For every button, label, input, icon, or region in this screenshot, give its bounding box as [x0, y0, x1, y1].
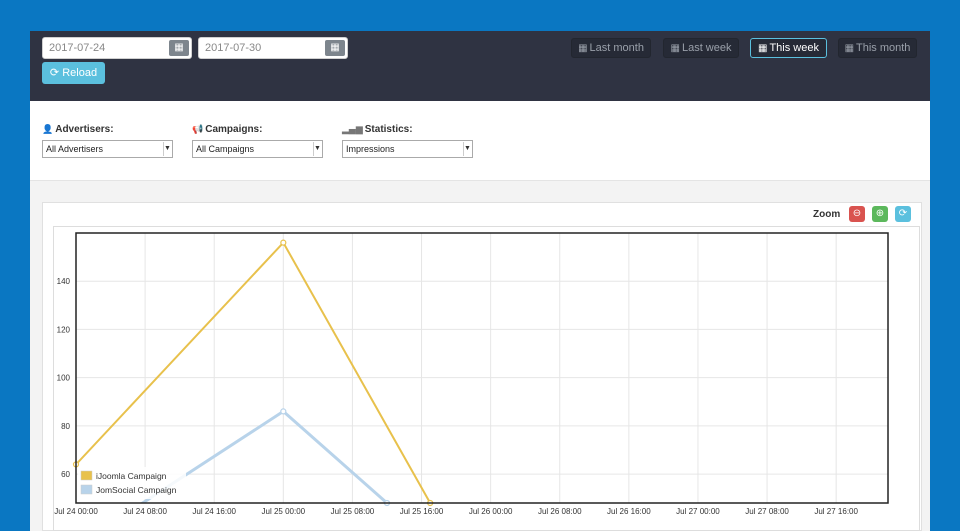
advertisers-label: 👤 Advertisers: — [42, 124, 173, 138]
app-window: 2017-07-24 ▦ 2017-07-30 ▦ ⟳ Reload ▦ Last… — [30, 31, 930, 531]
line-chart[interactable]: Jul 24 00:00 Jul 24 08:00 Jul 24 16:00 Jul … — [54, 227, 921, 531]
date-to-value: 2017-07-30 — [205, 42, 262, 54]
statistics-label: ▂▄▆ Statistics: — [342, 124, 473, 138]
range-this-week-button[interactable]: ▦ This week — [750, 38, 827, 58]
calendar-icon[interactable]: ▦ — [325, 40, 345, 56]
calendar-icon[interactable]: ▦ — [169, 40, 189, 56]
campaigns-label: 📢 Campaigns: — [192, 124, 323, 138]
x-tick-label: Jul 27 16:00 — [814, 507, 858, 516]
range-last-week-button[interactable]: ▦ Last week — [663, 38, 739, 58]
statistics-filter: ▂▄▆ Statistics: Impressions ▼ — [342, 124, 473, 158]
y-tick-label: 60 — [61, 470, 70, 479]
advertisers-label-text: Advertisers: — [55, 124, 114, 135]
refresh-icon: ⟳ — [898, 208, 908, 219]
range-last-month-button[interactable]: ▦ Last month — [571, 38, 651, 58]
user-icon: 👤 — [42, 125, 54, 135]
zoom-out-button[interactable]: ⊖ — [849, 206, 865, 222]
advertisers-select[interactable]: All Advertisers ▼ — [42, 140, 173, 158]
range-label: Last month — [589, 42, 644, 54]
plus-icon: ⊕ — [875, 208, 885, 219]
advertisers-filter: 👤 Advertisers: All Advertisers ▼ — [42, 124, 173, 158]
x-tick-label: Jul 27 08:00 — [745, 507, 789, 516]
x-tick-label: Jul 25 00:00 — [262, 507, 306, 516]
y-tick-label: 80 — [61, 422, 70, 431]
x-tick-label: Jul 25 16:00 — [400, 507, 444, 516]
calendar-icon: ▦ — [670, 43, 680, 54]
zoom-reset-button[interactable]: ⟳ — [895, 206, 911, 222]
chart-container: Jul 24 00:00 Jul 24 08:00 Jul 24 16:00 Jul … — [53, 226, 920, 531]
legend-label: iJoomla Campaign — [96, 471, 167, 481]
campaigns-select-value: All Campaigns — [196, 144, 255, 154]
y-tick-label: 120 — [57, 325, 71, 334]
data-point[interactable] — [280, 408, 287, 415]
chevron-down-icon: ▼ — [313, 142, 321, 156]
y-tick-label: 140 — [57, 277, 71, 286]
refresh-icon: ⟳ — [49, 67, 60, 79]
x-tick-label: Jul 25 08:00 — [331, 507, 375, 516]
date-from-value: 2017-07-24 — [49, 42, 106, 54]
x-tick-label: Jul 24 16:00 — [192, 507, 236, 516]
data-point[interactable] — [280, 239, 287, 246]
x-tick-label: Jul 26 00:00 — [469, 507, 513, 516]
reload-button[interactable]: ⟳ Reload — [42, 62, 105, 84]
date-from-field[interactable]: 2017-07-24 ▦ — [42, 37, 192, 59]
calendar-icon: ▦ — [578, 43, 588, 54]
zoom-in-button[interactable]: ⊕ — [872, 206, 888, 222]
legend-swatch — [80, 470, 93, 481]
minus-icon: ⊖ — [852, 208, 862, 219]
statistics-select-value: Impressions — [346, 144, 395, 154]
campaigns-filter: 📢 Campaigns: All Campaigns ▼ — [192, 124, 323, 158]
reload-label: Reload — [62, 67, 98, 79]
x-tick-label: Jul 24 08:00 — [123, 507, 167, 516]
chevron-down-icon: ▼ — [163, 142, 171, 156]
x-tick-label: Jul 26 08:00 — [538, 507, 582, 516]
toolbar: 2017-07-24 ▦ 2017-07-30 ▦ ⟳ Reload ▦ Last… — [30, 31, 930, 101]
bullhorn-icon: 📢 — [192, 125, 204, 135]
zoom-label: Zoom — [813, 209, 841, 220]
x-tick-label: Jul 26 16:00 — [607, 507, 651, 516]
range-label: This month — [856, 42, 911, 54]
range-this-month-button[interactable]: ▦ This month — [838, 38, 917, 58]
legend-label: JomSocial Campaign — [96, 485, 177, 495]
x-tick-label: Jul 27 00:00 — [676, 507, 720, 516]
statistics-select[interactable]: Impressions ▼ — [342, 140, 473, 158]
filter-bar: 👤 Advertisers: All Advertisers ▼ 📢 Campaig… — [30, 101, 930, 181]
calendar-icon: ▦ — [758, 43, 768, 54]
range-label: This week — [769, 42, 819, 54]
y-tick-label: 100 — [57, 374, 71, 383]
chevron-down-icon: ▼ — [463, 142, 471, 156]
range-label: Last week — [681, 42, 732, 54]
campaigns-select[interactable]: All Campaigns ▼ — [192, 140, 323, 158]
signal-icon: ▂▄▆ — [342, 125, 363, 135]
campaigns-label-text: Campaigns: — [205, 124, 263, 135]
plot-border — [75, 232, 889, 504]
advertisers-select-value: All Advertisers — [46, 144, 104, 154]
statistics-label-text: Statistics: — [364, 124, 413, 135]
calendar-icon: ▦ — [844, 43, 855, 54]
legend-swatch — [80, 484, 93, 495]
x-tick-label: Jul 24 00:00 — [54, 507, 98, 516]
date-to-field[interactable]: 2017-07-30 ▦ — [198, 37, 348, 59]
